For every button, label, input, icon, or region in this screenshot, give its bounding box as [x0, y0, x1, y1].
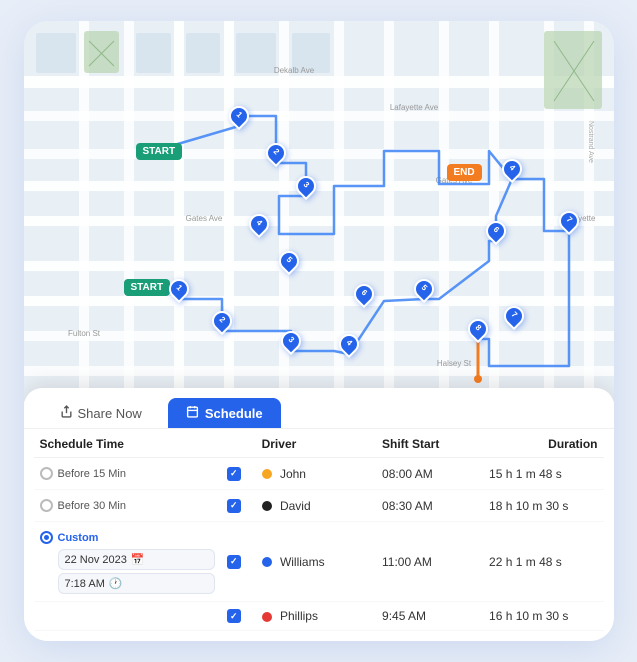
dur-phillips: 16 h 10 m 30 s [483, 602, 603, 631]
cb-phillips[interactable] [221, 602, 256, 631]
dot-williams [262, 557, 272, 567]
driver-john: John [256, 458, 376, 490]
date-input[interactable]: 22 Nov 2023 📅 [58, 549, 215, 570]
shift-williams: 11:00 AM [376, 522, 483, 602]
shift-john: 08:00 AM [376, 458, 483, 490]
main-card: Dekalb Ave Lafayette Ave Gates Ave Gates… [24, 21, 614, 641]
shift-phillips: 9:45 AM [376, 602, 483, 631]
table-row: Before 30 Min David 08:30 AM 18 h 10 m 3… [34, 490, 604, 522]
pin-7a[interactable]: 7 [559, 211, 579, 231]
driver-phillips: Phillips [256, 602, 376, 631]
dur-williams: 22 h 1 m 48 s [483, 522, 603, 602]
pin-8[interactable]: 8 [468, 319, 488, 339]
tab-share-label: Share Now [78, 406, 142, 421]
schedule-option-30[interactable]: Before 30 Min [34, 490, 221, 522]
pin-3[interactable]: 3 [296, 176, 316, 196]
svg-text:Lafayette Ave: Lafayette Ave [389, 103, 438, 112]
cb-david[interactable] [221, 490, 256, 522]
radio-label-custom: Custom [58, 532, 99, 544]
pin-4a[interactable]: 4 [249, 214, 269, 234]
dot-david [262, 501, 272, 511]
start-badge-2: START [124, 279, 171, 296]
header-duration: Duration [483, 429, 603, 458]
shift-david: 08:30 AM [376, 490, 483, 522]
svg-text:Nostrand Ave: Nostrand Ave [587, 121, 594, 163]
pin-1b[interactable]: 1 [169, 279, 189, 299]
name-williams: Williams [280, 555, 325, 569]
radio-before30[interactable] [40, 499, 53, 512]
time-value: 7:18 AM [65, 578, 105, 590]
start-badge-1: START [136, 143, 183, 160]
checkbox-williams[interactable] [227, 555, 241, 569]
dur-david: 18 h 10 m 30 s [483, 490, 603, 522]
checkbox-david[interactable] [227, 499, 241, 513]
radio-label-30: Before 30 Min [58, 500, 126, 512]
pin-5a[interactable]: 5 [279, 251, 299, 271]
schedule-option-custom[interactable]: Custom 22 Nov 2023 📅 7:18 AM 🕐 [34, 522, 221, 602]
pin-1[interactable]: 1 [229, 106, 249, 126]
pin-2[interactable]: 2 [266, 143, 286, 163]
header-schedule-time: Schedule Time [34, 429, 221, 458]
schedule-icon [186, 405, 199, 421]
cb-williams[interactable] [221, 522, 256, 602]
name-david: David [280, 499, 311, 513]
checkbox-john[interactable] [227, 467, 241, 481]
schedule-table: Schedule Time Driver Shift Start Duratio… [34, 429, 604, 631]
end-badge: END [447, 164, 482, 181]
tabs-row: Share Now Schedule [24, 388, 614, 429]
svg-text:Fulton St: Fulton St [67, 329, 100, 338]
radio-before15[interactable] [40, 467, 53, 480]
table-container: Schedule Time Driver Shift Start Duratio… [24, 429, 614, 641]
driver-david: David [256, 490, 376, 522]
header-cb [221, 429, 256, 458]
svg-text:Halsey St: Halsey St [436, 359, 471, 368]
tab-schedule-label: Schedule [205, 406, 263, 421]
dot-phillips [262, 612, 272, 622]
radio-custom[interactable] [40, 531, 53, 544]
header-shift-start: Shift Start [376, 429, 483, 458]
table-row: Before 15 Min John 08:00 AM 15 h 1 m 48 … [34, 458, 604, 490]
calendar-icon: 📅 [131, 553, 145, 566]
svg-text:Gates Ave: Gates Ave [185, 214, 222, 223]
pin-7b[interactable]: 7 [504, 306, 524, 326]
header-driver: Driver [256, 429, 376, 458]
tab-schedule[interactable]: Schedule [168, 398, 281, 428]
driver-williams: Williams [256, 522, 376, 602]
pin-2b[interactable]: 2 [212, 311, 232, 331]
name-john: John [280, 467, 306, 481]
schedule-option-15[interactable]: Before 15 Min [34, 458, 221, 490]
checkbox-phillips[interactable] [227, 609, 241, 623]
pin-6b[interactable]: 6 [486, 221, 506, 241]
cb-john[interactable] [221, 458, 256, 490]
pin-5b[interactable]: 5 [414, 279, 434, 299]
pin-6a[interactable]: 6 [354, 284, 374, 304]
dur-john: 15 h 1 m 48 s [483, 458, 603, 490]
pin-4c[interactable]: 4 [339, 334, 359, 354]
radio-label-15: Before 15 Min [58, 468, 126, 480]
bottom-panel: Share Now Schedule Schedule Time Drive [24, 388, 614, 641]
date-value: 22 Nov 2023 [65, 554, 127, 566]
tab-share[interactable]: Share Now [42, 398, 160, 428]
clock-icon: 🕐 [109, 577, 123, 590]
pin-4b[interactable]: 4 [502, 159, 522, 179]
pin-3b[interactable]: 3 [281, 331, 301, 351]
share-icon [60, 405, 73, 421]
map-area: Dekalb Ave Lafayette Ave Gates Ave Gates… [24, 21, 614, 401]
name-phillips: Phillips [280, 609, 318, 623]
table-row: Phillips 9:45 AM 16 h 10 m 30 s [34, 602, 604, 631]
svg-text:Dekalb Ave: Dekalb Ave [273, 66, 314, 75]
time-input[interactable]: 7:18 AM 🕐 [58, 573, 215, 594]
table-row: Custom 22 Nov 2023 📅 7:18 AM 🕐 [34, 522, 604, 602]
dot-john [262, 469, 272, 479]
schedule-empty [34, 602, 221, 631]
